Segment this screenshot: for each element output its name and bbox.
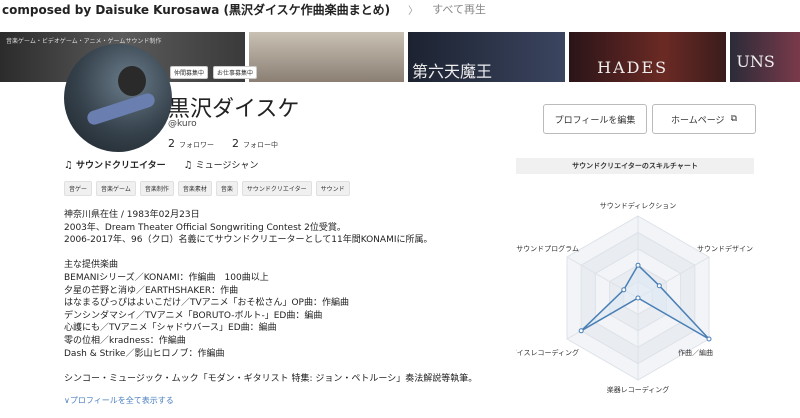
banner-image-2[interactable] xyxy=(248,32,404,82)
tag[interactable]: 音楽ゲーム xyxy=(96,181,136,196)
music-note-icon: ♫ xyxy=(183,160,193,171)
status-badge: お仕事募集中 xyxy=(213,66,258,79)
bio-line: 神奈川県在住 / 1983年02月23日 xyxy=(64,210,200,220)
chart-title: サウンドクリエイターのスキルチャート xyxy=(516,158,754,174)
banner-image-4[interactable]: HADES xyxy=(569,32,727,82)
radar-axis-label: サウンドプログラム xyxy=(516,244,579,253)
status-badges: 仲間募集中 お仕事募集中 xyxy=(170,66,258,79)
avatar[interactable] xyxy=(64,44,172,152)
music-note-icon: ♫ xyxy=(64,160,73,171)
category-label: ミュージシャン xyxy=(195,161,259,171)
category-musician[interactable]: ♫ ミュージシャン xyxy=(184,158,259,171)
follow-stats: 2 フォロワー 2 フォロー中 xyxy=(168,137,278,150)
radar-axis-label: サウンドデザイン xyxy=(697,244,753,253)
radar-axis-label: サウンドディレクション xyxy=(600,201,677,210)
banner-caption-3: 第六天魔王 xyxy=(411,62,492,81)
tag[interactable]: サウンド xyxy=(315,181,350,196)
avatar-head xyxy=(118,66,146,96)
banner-caption-4: HADES xyxy=(597,58,669,77)
external-link-icon: ⧉ xyxy=(730,114,737,124)
radar-point xyxy=(656,283,662,289)
banner-image-3[interactable]: 第六天魔王 xyxy=(407,32,566,82)
category-label: サウンドクリエイター xyxy=(75,161,166,171)
status-badge: 仲間募集中 xyxy=(170,66,209,79)
play-all-link[interactable]: すべて再生 xyxy=(432,1,486,17)
homepage-button[interactable]: ホームページ ⧉ xyxy=(652,104,756,134)
bio-line: シンコー・ミュージック・ムック「モダン・ギタリスト 特集: ジョン・ペトルーシ」… xyxy=(64,373,478,384)
banner-caption-1: 音楽ゲーム・ビデオゲーム・アニメ・ゲームサウンド制作 xyxy=(6,38,162,45)
show-full-profile-link[interactable]: ∨プロフィールを全て表示する xyxy=(64,395,174,406)
playlist-bar: composed by Daisuke Kurosawa (黒沢ダイスケ作曲楽曲… xyxy=(0,0,800,18)
bio-line: Dash & Strike／影山ヒロノブ：作編曲 xyxy=(64,348,225,359)
radar-point xyxy=(635,295,641,301)
banner-image-5[interactable]: UNS xyxy=(730,32,800,82)
skill-chart: サウンドクリエイターのスキルチャート サウンドディレクションサウンドデザイン作曲… xyxy=(516,158,754,418)
profile-bio: 神奈川県在住 / 1983年02月23日 2003年、Dream Theater… xyxy=(64,209,504,385)
tag[interactable]: 音ゲー xyxy=(64,181,93,196)
following-count: 2 xyxy=(232,137,239,150)
followers-count: 2 xyxy=(168,137,175,150)
bio-line: デンシンダマシイ／TVアニメ「BORUTO-ボルト-」ED曲：編曲 xyxy=(64,310,323,321)
profile-handle: @kuro xyxy=(168,119,197,129)
bio-line: 零の位相／kradness：作編曲 xyxy=(64,335,186,346)
tag[interactable]: 音楽制作 xyxy=(139,181,174,196)
radar-point xyxy=(578,328,584,334)
tag[interactable]: サウンドクリエイター xyxy=(241,181,312,196)
bio-line: 2003年、Dream Theater Official Songwriting… xyxy=(64,222,346,233)
radar-point xyxy=(706,336,712,342)
followers-link[interactable]: 2 フォロワー xyxy=(168,137,214,150)
following-link[interactable]: 2 フォロー中 xyxy=(232,137,278,150)
radar-axis-label: ボイスレコーディング xyxy=(516,348,579,357)
bio-line: はなまるぴっぴはよいこだけ／TVアニメ「おそ松さん」OP曲：作編曲 xyxy=(64,298,349,309)
category-sound-creator[interactable]: ♫ サウンドクリエイター xyxy=(64,158,166,171)
bio-line: 2006-2017年、96（クロ）名義にてサウンドクリエーターとして11年間KO… xyxy=(64,235,433,246)
creator-categories: ♫ サウンドクリエイター ♫ ミュージシャン xyxy=(64,158,258,171)
bio-line: 主な提供楽曲 xyxy=(64,260,119,271)
radar-axis-label: 作曲／編曲 xyxy=(678,348,713,357)
radar-point xyxy=(635,262,641,268)
radar-axis-label: 楽器レコーディング xyxy=(607,385,670,394)
chevron-right-icon[interactable]: 〉 xyxy=(408,2,418,17)
tag-list: 音ゲー 音楽ゲーム 音楽制作 音楽素材 音楽 サウンドクリエイター サウンド xyxy=(64,181,350,196)
following-label: フォロー中 xyxy=(243,141,278,149)
tag[interactable]: 音楽素材 xyxy=(177,181,212,196)
radar-point xyxy=(621,287,627,293)
homepage-button-label: ホームページ xyxy=(671,115,725,126)
bio-line: 心護にも／TVアニメ「シャドウバース」ED曲：編曲 xyxy=(64,323,277,334)
edit-profile-button[interactable]: プロフィールを編集 xyxy=(543,104,647,134)
bio-line xyxy=(64,360,504,373)
radar-chart: サウンドディレクションサウンドデザイン作曲／編曲楽器レコーディング ボイスレコーデ… xyxy=(516,201,753,394)
tag[interactable]: 音楽 xyxy=(215,181,238,196)
bio-line xyxy=(64,247,504,260)
followers-label: フォロワー xyxy=(179,141,214,149)
bio-line: BEMANIシリーズ／KONAMI：作編曲 100曲以上 xyxy=(64,272,269,283)
avatar-guitar xyxy=(85,91,157,127)
playlist-title[interactable]: composed by Daisuke Kurosawa (黒沢ダイスケ作曲楽曲… xyxy=(2,1,390,18)
banner-caption-5: UNS xyxy=(736,52,775,71)
show-more-label: プロフィールを全て表示する xyxy=(69,396,174,405)
bio-line: 夕星の芒野と消ゆ／EARTHSHAKER：作曲 xyxy=(64,285,239,296)
